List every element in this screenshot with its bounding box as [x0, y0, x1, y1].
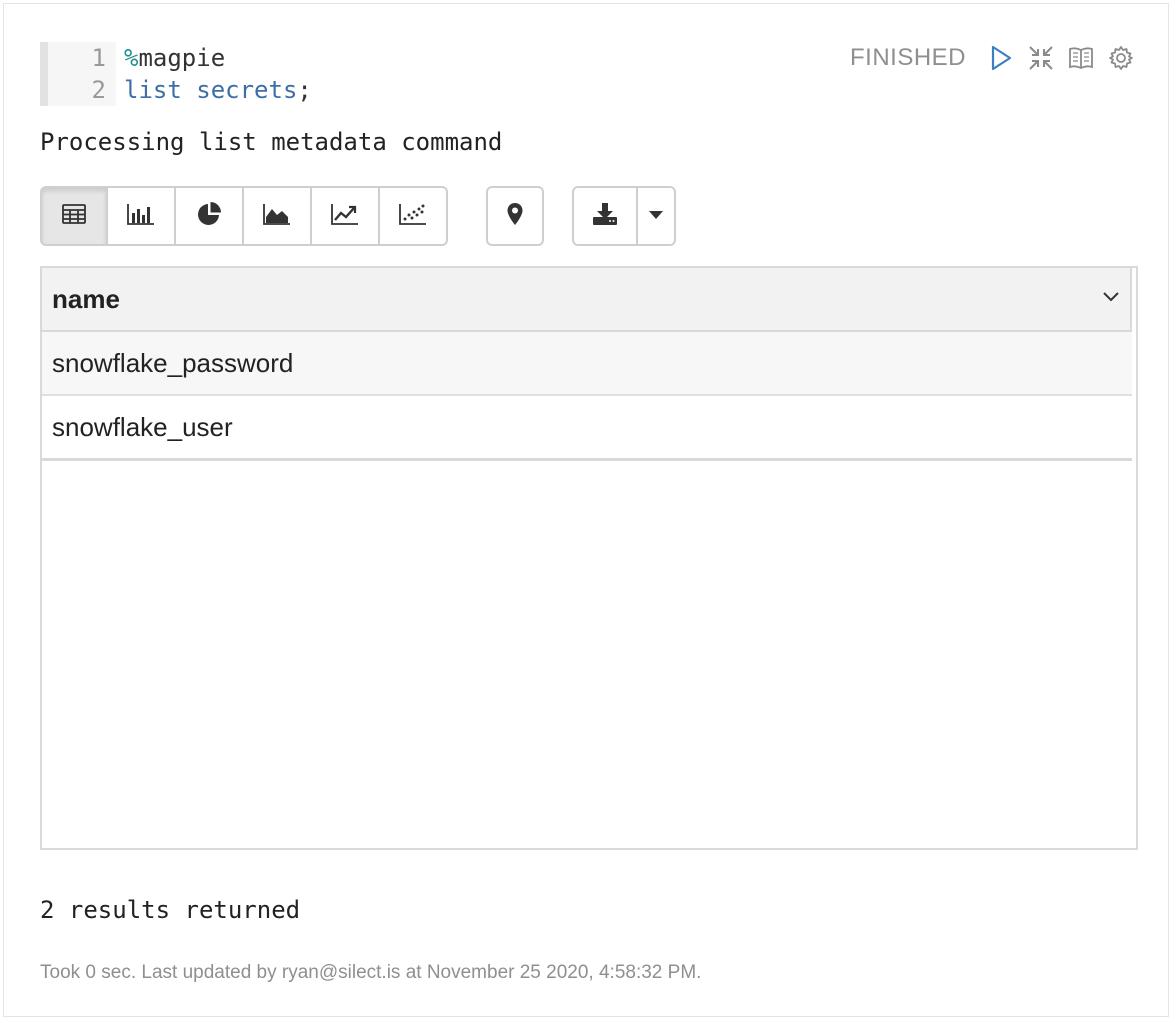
- area-chart-icon: [263, 203, 291, 230]
- download-button[interactable]: [572, 186, 638, 246]
- table-cell: snowflake_password: [52, 347, 294, 378]
- code-editor[interactable]: 1 2 %magpie list secrets;: [40, 42, 820, 106]
- scatter-chart-button[interactable]: [380, 186, 448, 246]
- line-chart-button[interactable]: [312, 186, 380, 246]
- paragraph-footer: Took 0 sec. Last updated by ryan@silect.…: [40, 962, 702, 983]
- map-pin-icon: [506, 202, 524, 231]
- code-statement: list secrets: [124, 76, 298, 104]
- interpreter-name: magpie: [138, 44, 226, 72]
- visualization-buttons: [40, 186, 448, 246]
- table-view-button[interactable]: [40, 186, 108, 246]
- area-chart-button[interactable]: [244, 186, 312, 246]
- book-icon[interactable]: [1068, 45, 1094, 71]
- code-content[interactable]: %magpie list secrets;: [116, 42, 312, 106]
- paragraph-controls: FINISHED: [850, 40, 1134, 76]
- scatter-chart-icon: [399, 203, 427, 230]
- collapse-icon[interactable]: [1028, 45, 1054, 71]
- results-count: 2 results returned: [40, 896, 301, 924]
- download-options-button[interactable]: [638, 186, 676, 246]
- pie-chart-icon: [196, 201, 222, 232]
- bar-chart-icon: [127, 203, 155, 230]
- code-line-1[interactable]: %magpie: [124, 42, 312, 74]
- interpreter-prefix: %: [124, 44, 139, 72]
- caret-down-icon: [648, 207, 664, 225]
- code-terminator: ;: [297, 76, 312, 104]
- results-table: name snowflake_password snowflake_user: [40, 266, 1138, 850]
- table-cell: snowflake_user: [52, 411, 233, 442]
- output-message: Processing list metadata command: [40, 128, 503, 156]
- gear-icon[interactable]: [1108, 45, 1134, 71]
- map-view-button[interactable]: [486, 186, 544, 246]
- line-chart-icon: [331, 203, 359, 230]
- line-number-gutter: 1 2: [48, 42, 116, 106]
- status-label: FINISHED: [849, 44, 966, 71]
- download-icon: [592, 202, 618, 231]
- bar-chart-button[interactable]: [108, 186, 176, 246]
- chevron-down-icon[interactable]: [1102, 290, 1120, 308]
- editor-gutter-bar: [40, 42, 48, 106]
- run-icon[interactable]: [988, 45, 1014, 71]
- table-icon: [62, 203, 86, 229]
- line-number: 2: [91, 76, 106, 104]
- map-button-group: [486, 186, 544, 246]
- table-row[interactable]: snowflake_password: [42, 332, 1132, 396]
- table-header: name: [42, 268, 1132, 332]
- column-header-name[interactable]: name: [52, 284, 120, 315]
- download-button-group: [572, 186, 676, 246]
- pie-chart-button[interactable]: [176, 186, 244, 246]
- line-number: 1: [91, 44, 106, 72]
- table-row[interactable]: snowflake_user: [42, 396, 1132, 461]
- code-line-2[interactable]: list secrets;: [124, 74, 312, 106]
